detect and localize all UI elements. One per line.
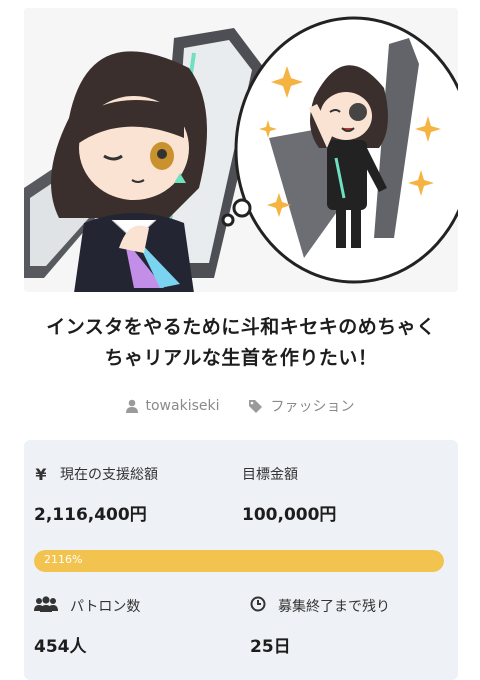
project-title: インスタをやるために斗和キセキのめちゃく ちゃリアルな生首を作りたい！ [24, 312, 458, 374]
yen-icon: ¥ [35, 464, 47, 484]
patrons-label: パトロン数 [70, 599, 141, 615]
remaining-value: 25日 [250, 637, 291, 657]
funding-progress-bar: 2116% [34, 550, 444, 572]
current-amount-stat: ¥ 現在の支援総額 2,116,400円 [34, 464, 158, 526]
author-link[interactable]: towakiseki [125, 398, 220, 414]
patrons-stat: パトロン数 454人 [34, 596, 140, 657]
tag-icon [248, 399, 263, 414]
goal-amount-stat: 目標金額 100,000円 [242, 464, 336, 525]
user-icon [125, 399, 138, 413]
author-name: towakiseki [145, 398, 220, 414]
chibi-illustration [24, 8, 458, 292]
progress-percent: 2116% [44, 553, 83, 566]
current-amount-value: 2,116,400円 [34, 505, 147, 525]
patrons-value: 454人 [34, 637, 87, 657]
users-icon [34, 596, 58, 616]
clock-icon [250, 596, 266, 616]
goal-amount-label: 目標金額 [242, 467, 298, 483]
category-link[interactable]: ファッション [248, 396, 355, 416]
progress-fill [34, 550, 444, 572]
project-title-line-1: インスタをやるために斗和キセキのめちゃく [46, 316, 436, 338]
project-meta: towakiseki ファッション [0, 396, 480, 416]
goal-amount-value: 100,000円 [242, 505, 337, 525]
current-amount-label: 現在の支援総額 [60, 467, 158, 483]
project-hero-image [24, 8, 458, 292]
remaining-label: 募集終了まで残り [278, 599, 390, 615]
category-name: ファッション [270, 399, 355, 415]
project-title-line-2: ちゃリアルな生首を作りたい！ [104, 347, 378, 369]
remaining-stat: 募集終了まで残り 25日 [250, 596, 390, 657]
funding-stats-panel: ¥ 現在の支援総額 2,116,400円 目標金額 100,000円 2116% [24, 440, 458, 680]
